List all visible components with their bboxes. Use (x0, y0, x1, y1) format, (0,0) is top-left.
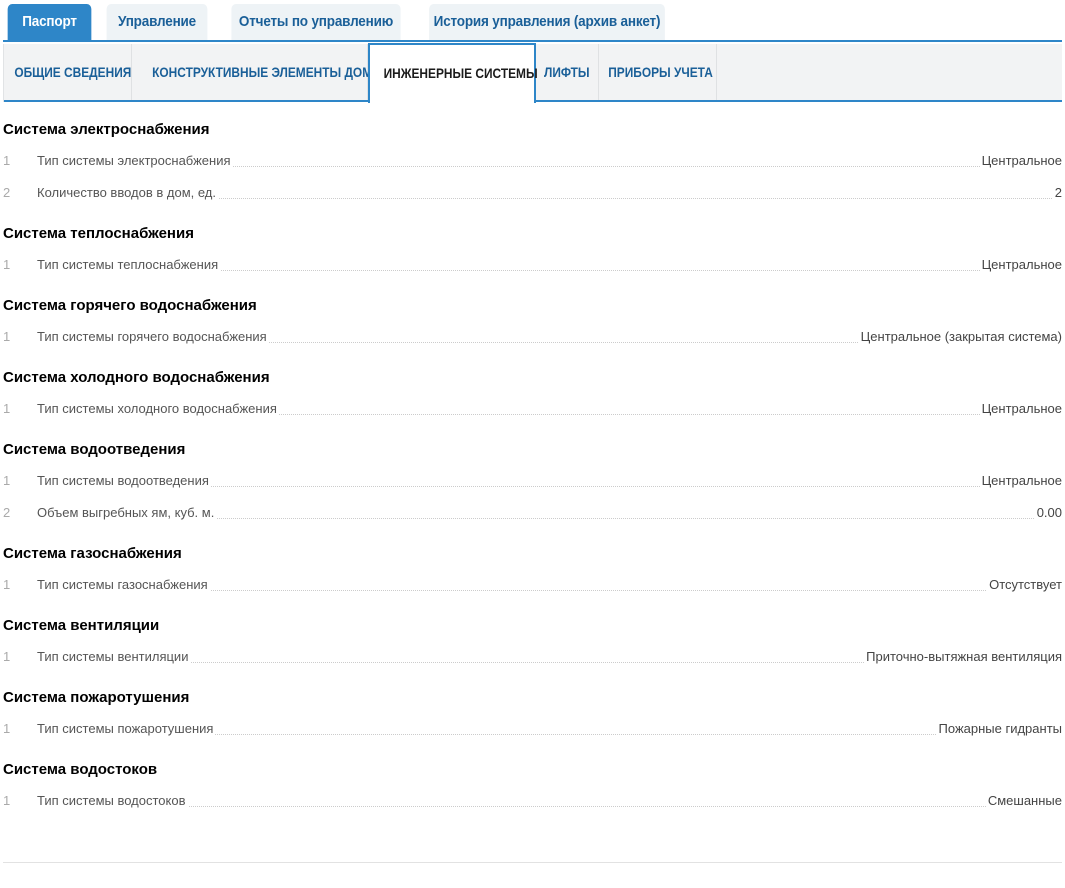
row-label: Количество вводов в дом, ед. (37, 185, 219, 200)
subtab-meters[interactable]: ПРИБОРЫ УЧЕТА (599, 44, 717, 100)
section-title-ventilation: Система вентиляции (3, 617, 160, 634)
row-number: 1 (3, 473, 11, 488)
row-value: Центральное (979, 401, 1062, 416)
property-row: 1 Тип системы электроснабжения Центральн… (3, 153, 1062, 171)
row-label: Тип системы горячего водоснабжения (37, 329, 269, 344)
row-label: Тип системы электроснабжения (37, 153, 233, 168)
divider (3, 862, 1062, 863)
property-row: 1 Тип системы газоснабжения Отсутствует (3, 577, 1062, 595)
row-number: 1 (3, 649, 11, 664)
row-value: Приточно-вытяжная вентиляция (864, 649, 1062, 664)
sub-tab-bar: ОБЩИЕ СВЕДЕНИЯ КОНСТРУКТИВНЫЕ ЭЛЕМЕНТЫ Д… (3, 43, 1062, 103)
row-label: Тип системы газоснабжения (37, 577, 210, 592)
row-label: Тип системы холодного водоснабжения (37, 401, 279, 416)
tab-management[interactable]: Управление (106, 4, 208, 40)
row-label: Объем выгребных ям, куб. м. (37, 505, 217, 520)
section-title-electricity: Система электроснабжения (3, 121, 210, 138)
section-title-fire: Система пожаротушения (3, 689, 190, 706)
subtab-label: ПРИБОРЫ УЧЕТА (608, 64, 713, 80)
row-number: 2 (3, 185, 11, 200)
property-row: 1 Тип системы теплоснабжения Центральное (3, 257, 1062, 275)
property-row: 1 Тип системы горячего водоснабжения Цен… (3, 329, 1062, 347)
row-label: Тип системы теплоснабжения (37, 257, 221, 272)
row-label: Тип системы водоотведения (37, 473, 211, 488)
row-value: Центральное (979, 473, 1062, 488)
tab-management-reports[interactable]: Отчеты по управлению (231, 4, 401, 40)
subtab-label: ЛИФТЫ (543, 64, 590, 80)
property-row: 1 Тип системы водоотведения Центральное (3, 473, 1062, 491)
row-value: Смешанные (985, 793, 1062, 808)
row-number: 1 (3, 329, 11, 344)
row-number: 1 (3, 721, 11, 736)
section-title-gutters: Система водостоков (3, 761, 158, 778)
property-row: 2 Объем выгребных ям, куб. м. 0.00 (3, 505, 1062, 523)
property-row: 1 Тип системы водостоков Смешанные (3, 793, 1062, 811)
row-number: 1 (3, 577, 11, 592)
dotted-leader (37, 806, 1062, 807)
subtab-elevators[interactable]: ЛИФТЫ (535, 44, 599, 100)
row-value: Центральное (закрытая система) (858, 329, 1062, 344)
section-title-drainage: Система водоотведения (3, 441, 186, 458)
property-row: 2 Количество вводов в дом, ед. 2 (3, 185, 1062, 203)
tab-management-history[interactable]: История управления (архив анкет) (429, 4, 665, 40)
row-number: 1 (3, 401, 11, 416)
subtab-label: ИНЖЕНЕРНЫЕ СИСТЕМЫ (383, 65, 538, 81)
row-value: Отсутствует (987, 577, 1062, 592)
row-value: Пожарные гидранты (936, 721, 1062, 736)
tab-passport[interactable]: Паспорт (7, 4, 92, 40)
row-number: 1 (3, 793, 11, 808)
section-title-cold-water: Система холодного водоснабжения (3, 369, 270, 386)
subtab-label: ОБЩИЕ СВЕДЕНИЯ (14, 64, 132, 80)
row-value: Центральное (979, 153, 1062, 168)
row-value: Центральное (979, 257, 1062, 272)
subtab-label: КОНСТРУКТИВНЫЕ ЭЛЕМЕНТЫ ДОМА (152, 64, 381, 80)
section-title-hot-water: Система горячего водоснабжения (3, 297, 257, 314)
row-number: 1 (3, 153, 11, 168)
row-value: 0.00 (1034, 505, 1062, 520)
property-row: 1 Тип системы пожаротушения Пожарные гид… (3, 721, 1062, 739)
row-label: Тип системы вентиляции (37, 649, 191, 664)
top-tab-bar: Паспорт Управление Отчеты по управлению … (3, 4, 1062, 42)
row-number: 2 (3, 505, 11, 520)
row-number: 1 (3, 257, 11, 272)
row-label: Тип системы водостоков (37, 793, 188, 808)
subtab-structural-elements[interactable]: КОНСТРУКТИВНЫЕ ЭЛЕМЕНТЫ ДОМА (132, 44, 381, 100)
section-title-heating: Система теплоснабжения (3, 225, 194, 242)
row-label: Тип системы пожаротушения (37, 721, 216, 736)
section-title-gas: Система газоснабжения (3, 545, 182, 562)
property-row: 1 Тип системы вентиляции Приточно-вытяжн… (3, 649, 1062, 667)
property-row: 1 Тип системы холодного водоснабжения Це… (3, 401, 1062, 419)
subtab-general-info[interactable]: ОБЩИЕ СВЕДЕНИЯ (4, 44, 132, 100)
row-value: 2 (1052, 185, 1062, 200)
subtab-engineering-systems[interactable]: ИНЖЕНЕРНЫЕ СИСТЕМЫ (368, 43, 538, 103)
